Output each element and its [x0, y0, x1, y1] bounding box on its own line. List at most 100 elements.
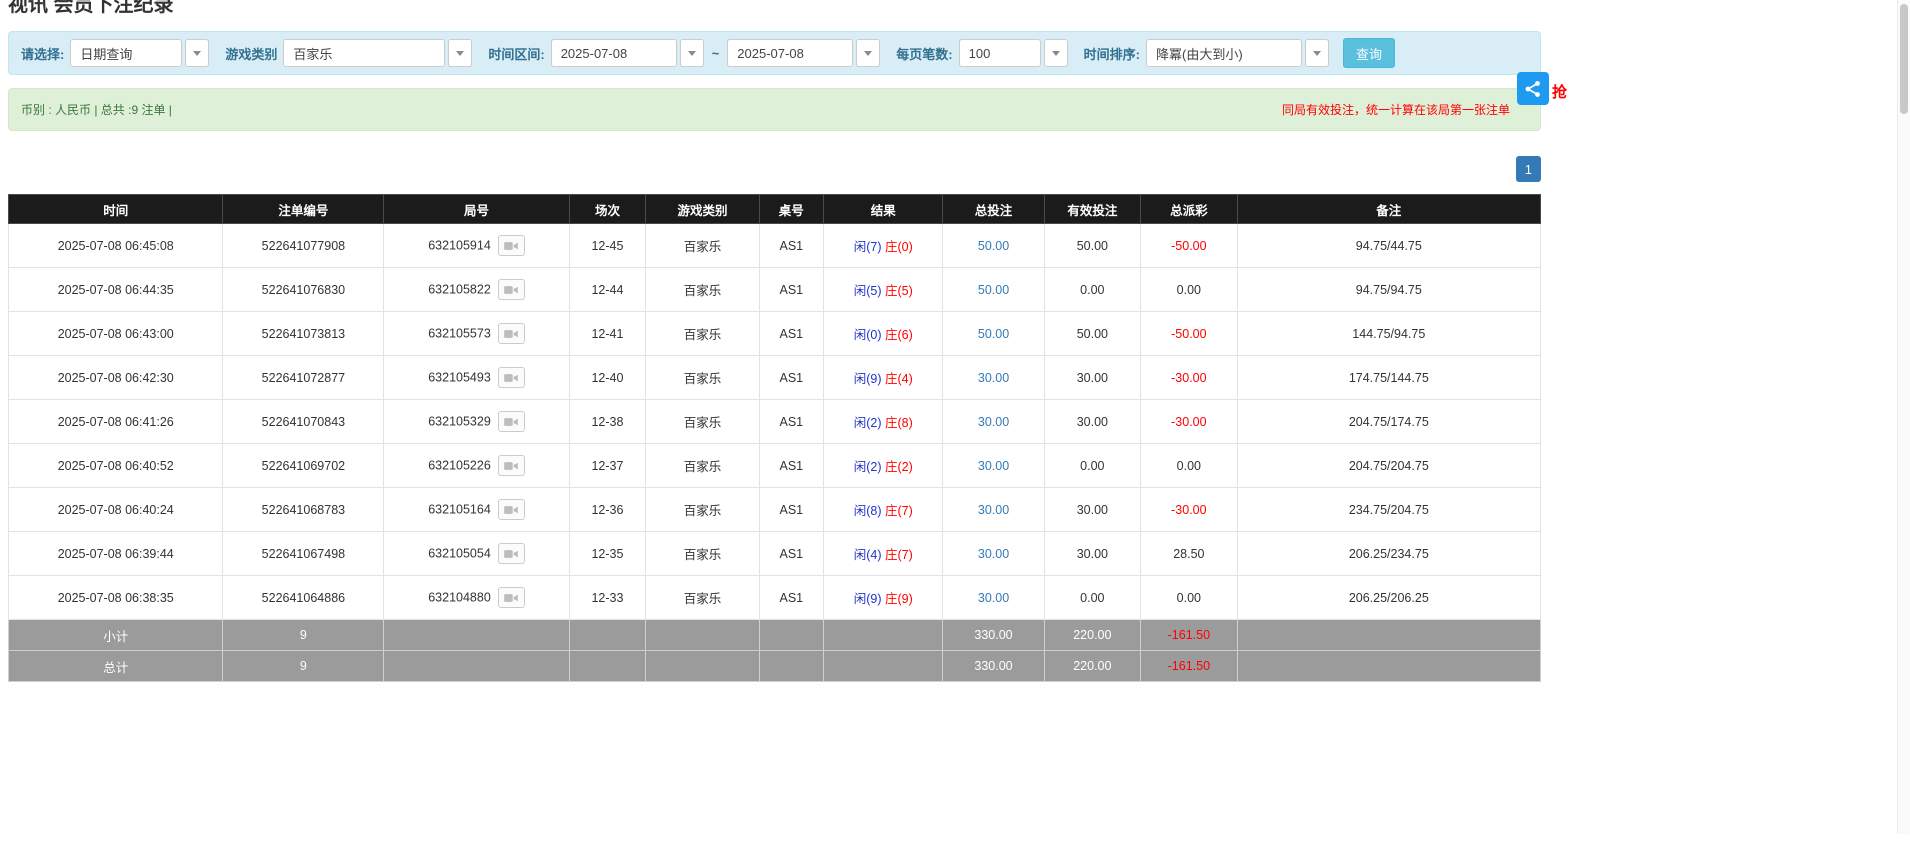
- cell-round: 632105573: [383, 311, 570, 356]
- total-bet-link[interactable]: 30.00: [978, 459, 1009, 473]
- column-header: 桌号: [758, 194, 824, 224]
- time-sort-select[interactable]: [1145, 39, 1329, 67]
- total-row: 总计 9 330.00 220.00 -161.50: [7, 650, 1542, 682]
- column-header: 总投注: [942, 194, 1045, 224]
- date-type-input[interactable]: [70, 39, 183, 67]
- share-icon: [1525, 80, 1540, 97]
- round-video-button[interactable]: [497, 455, 525, 476]
- round-video-button[interactable]: [497, 235, 525, 256]
- footer-empty-cell: [645, 619, 760, 651]
- footer-valid-bet: 220.00: [1043, 619, 1142, 651]
- cell-round: 632105054: [383, 531, 570, 576]
- cell-bet-id: 522641077908: [222, 223, 385, 268]
- round-video-button[interactable]: [497, 587, 525, 608]
- cell-valid-bet: 30.00: [1043, 399, 1142, 444]
- round-video-button[interactable]: [497, 279, 525, 300]
- scrollbar-thumb[interactable]: [1900, 4, 1908, 114]
- round-video-button[interactable]: [497, 543, 525, 564]
- main-content: 视讯 会员下注纪录 请选择: 游戏类别 时间区间: ~ 每页笔数: 时间排序:: [7, 0, 1542, 682]
- round-video-button[interactable]: [497, 323, 525, 344]
- range-separator: ~: [711, 45, 720, 61]
- cell-valid-bet: 0.00: [1043, 443, 1142, 488]
- cell-result: 闲(7) 庄(0): [822, 223, 944, 268]
- table-footer: 小计 9 330.00 220.00 -161.50 总计 9 330.00 220.00 -16…: [7, 619, 1542, 682]
- total-bet-link[interactable]: 30.00: [978, 591, 1009, 605]
- date-from-picker[interactable]: [550, 39, 704, 67]
- chevron-down-icon[interactable]: [1304, 39, 1329, 67]
- round-video-button[interactable]: [497, 411, 525, 432]
- video-icon: [504, 505, 519, 514]
- cell-table-no: AS1: [758, 575, 824, 620]
- cell-note: 204.75/204.75: [1236, 443, 1542, 488]
- date-to-picker[interactable]: [727, 39, 881, 67]
- round-video-button[interactable]: [497, 367, 525, 388]
- cell-time: 2025-07-08 06:44:35: [7, 267, 224, 312]
- share-button[interactable]: [1517, 72, 1549, 105]
- cell-valid-bet: 50.00: [1043, 311, 1142, 356]
- page-size-select[interactable]: [958, 39, 1068, 67]
- footer-empty-cell: [758, 650, 824, 682]
- cell-note: 204.75/174.75: [1236, 399, 1542, 444]
- time-sort-input[interactable]: [1145, 39, 1302, 67]
- chevron-down-icon[interactable]: [856, 39, 881, 67]
- round-number: 632105493: [428, 370, 491, 385]
- date-type-select[interactable]: [70, 39, 210, 67]
- page-1-button[interactable]: 1: [1515, 156, 1541, 182]
- round-number: 632104880: [428, 590, 491, 605]
- cell-round: 632105329: [383, 399, 570, 444]
- chevron-down-icon[interactable]: [1043, 39, 1068, 67]
- cell-note: 174.75/144.75: [1236, 355, 1542, 400]
- result-player: 闲(2): [853, 460, 882, 474]
- cell-payout: 28.50: [1140, 531, 1238, 576]
- cell-game-type: 百家乐: [645, 399, 760, 444]
- cell-note: 94.75/94.75: [1236, 267, 1542, 312]
- cell-round: 632105914: [383, 223, 570, 268]
- game-type-label: 游戏类别: [225, 46, 278, 62]
- cell-total-bet: 30.00: [942, 399, 1045, 444]
- cell-table-no: AS1: [758, 487, 824, 532]
- video-icon: [504, 285, 519, 294]
- cell-total-bet: 50.00: [942, 267, 1045, 312]
- date-to-input[interactable]: [727, 39, 854, 67]
- column-header: 游戏类别: [645, 194, 760, 224]
- cell-session: 12-38: [568, 399, 647, 444]
- page-size-label: 每页笔数:: [896, 46, 953, 62]
- vertical-scrollbar[interactable]: ▲: [1897, 0, 1910, 834]
- grab-tag[interactable]: 抢: [1552, 81, 1567, 102]
- round-number: 632105573: [428, 326, 491, 341]
- date-from-input[interactable]: [550, 39, 677, 67]
- footer-valid-bet: 220.00: [1043, 650, 1142, 682]
- total-bet-link[interactable]: 50.00: [978, 327, 1009, 341]
- pagination: 1: [8, 156, 1541, 182]
- page-size-input[interactable]: [958, 39, 1041, 67]
- round-video-button[interactable]: [497, 499, 525, 520]
- total-bet-link[interactable]: 30.00: [978, 371, 1009, 385]
- cell-table-no: AS1: [758, 355, 824, 400]
- search-button[interactable]: 查询: [1342, 38, 1395, 68]
- chevron-down-icon[interactable]: [448, 39, 473, 67]
- total-bet-link[interactable]: 50.00: [978, 239, 1009, 253]
- filter-bar: 请选择: 游戏类别 时间区间: ~ 每页笔数: 时间排序:: [8, 31, 1541, 75]
- result-banker: 庄(6): [884, 328, 913, 342]
- total-bet-link[interactable]: 30.00: [978, 415, 1009, 429]
- result-player: 闲(0): [853, 328, 882, 342]
- chevron-down-icon[interactable]: [185, 39, 210, 67]
- total-bet-link[interactable]: 30.00: [978, 503, 1009, 517]
- result-player: 闲(4): [853, 548, 882, 562]
- total-bet-link[interactable]: 30.00: [978, 547, 1009, 561]
- cell-total-bet: 30.00: [942, 575, 1045, 620]
- chevron-down-icon[interactable]: [679, 39, 704, 67]
- table-header-row: 时间 注单编号 局号 场次 游戏类别 桌号 结果 总投注 有效投注 总派彩 备注: [7, 194, 1542, 224]
- scroll-up-arrow[interactable]: ▲: [1898, 0, 1910, 2]
- result-player: 闲(5): [853, 284, 882, 298]
- game-type-input[interactable]: [283, 39, 446, 67]
- game-type-select[interactable]: [283, 39, 473, 67]
- footer-total-bet: 330.00: [942, 619, 1045, 651]
- cell-session: 12-37: [568, 443, 647, 488]
- table-body: 2025-07-08 06:45:08 522641077908 632105914…: [7, 223, 1542, 620]
- video-icon: [504, 329, 519, 338]
- video-icon: [504, 373, 519, 382]
- total-bet-link[interactable]: 50.00: [978, 283, 1009, 297]
- cell-result: 闲(4) 庄(7): [822, 531, 944, 576]
- result-banker: 庄(5): [884, 284, 913, 298]
